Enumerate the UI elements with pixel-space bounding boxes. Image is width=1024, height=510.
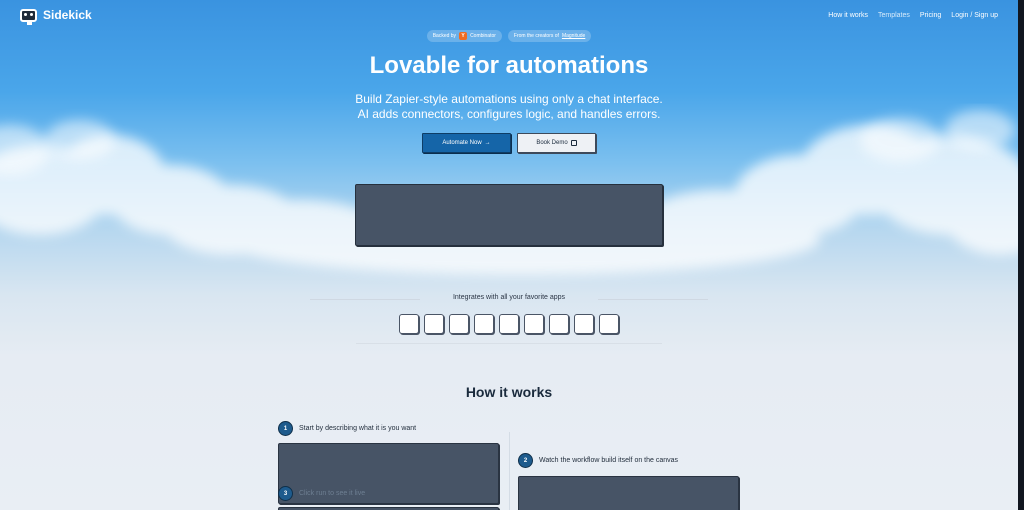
yc-badge[interactable]: Backed by Y Combinator [426, 30, 502, 42]
creators-badge[interactable]: From the creators of Magnitude [507, 30, 592, 42]
book-demo-button[interactable]: Book Demo [517, 133, 596, 153]
calendar-icon [570, 140, 577, 146]
step-1-label: Start by describing what it is you want [299, 425, 417, 432]
integrations-divider-right [598, 299, 708, 300]
nav-link-templates[interactable]: Templates [878, 12, 910, 19]
arrow-right-icon: → [484, 140, 491, 146]
integrations-header: Integrates with all your favorite apps [310, 294, 708, 301]
app-icon [424, 314, 444, 334]
step-3: 3 Click run to see it live [278, 486, 365, 501]
hero-subtitle-line2: AI adds connectors, configures logic, an… [357, 107, 661, 121]
hero-subtitle: Build Zapier-style automations using onl… [0, 92, 1018, 122]
book-demo-label: Book Demo [536, 140, 568, 146]
hero-badges: Backed by Y Combinator From the creators… [0, 30, 1018, 42]
step-1-number: 1 [278, 421, 293, 436]
nav-link-login[interactable]: Login / Sign up [951, 12, 998, 19]
yc-logo-icon: Y [459, 32, 468, 40]
app-icon [474, 314, 494, 334]
step-1: 1 Start by describing what it is you wan… [278, 421, 416, 436]
step-2-label: Watch the workflow build itself on the c… [539, 457, 679, 464]
nav-link-pricing[interactable]: Pricing [920, 12, 941, 19]
integrations-bottom-divider [356, 343, 662, 344]
integrations-divider-left [310, 299, 420, 300]
app-icon [574, 314, 594, 334]
step-2-preview [518, 476, 739, 510]
cloud-background [0, 110, 1024, 275]
step-2: 2 Watch the workflow build itself on the… [518, 453, 678, 468]
app-icon [599, 314, 619, 334]
step-3-number: 3 [278, 486, 293, 501]
yc-badge-prefix: Backed by [432, 33, 457, 39]
cta-group: Automate Now → Book Demo [0, 133, 1018, 153]
nav-links: How it works Templates Pricing Login / S… [828, 12, 998, 19]
app-icon [499, 314, 519, 334]
how-it-works-title: How it works [465, 384, 553, 400]
automate-now-label: Automate Now [442, 140, 482, 146]
step-2-number: 2 [518, 453, 533, 468]
hero-title: Lovable for automations [369, 52, 649, 79]
nav-link-how-it-works[interactable]: How it works [828, 12, 868, 19]
app-icon [524, 314, 544, 334]
demo-video-placeholder[interactable] [355, 184, 663, 246]
sidekick-logo-icon [20, 8, 37, 25]
app-icon [449, 314, 469, 334]
integration-icons [0, 314, 1018, 334]
brand-name: Sidekick [43, 8, 92, 22]
automate-now-button[interactable]: Automate Now → [422, 133, 511, 153]
brand[interactable]: Sidekick [20, 8, 92, 25]
app-icon [399, 314, 419, 334]
hero-subtitle-line1: Build Zapier-style automations using onl… [355, 92, 663, 106]
magnitude-link[interactable]: Magnitude [562, 33, 585, 39]
yc-badge-name: Combinator [470, 33, 496, 39]
creators-badge-prefix: From the creators of [513, 33, 559, 39]
window-edge [1018, 0, 1024, 510]
app-icon [549, 314, 569, 334]
top-navbar: Sidekick How it works Templates Pricing … [0, 0, 1018, 30]
steps-divider [509, 432, 510, 510]
step-3-label: Click run to see it live [299, 490, 366, 497]
